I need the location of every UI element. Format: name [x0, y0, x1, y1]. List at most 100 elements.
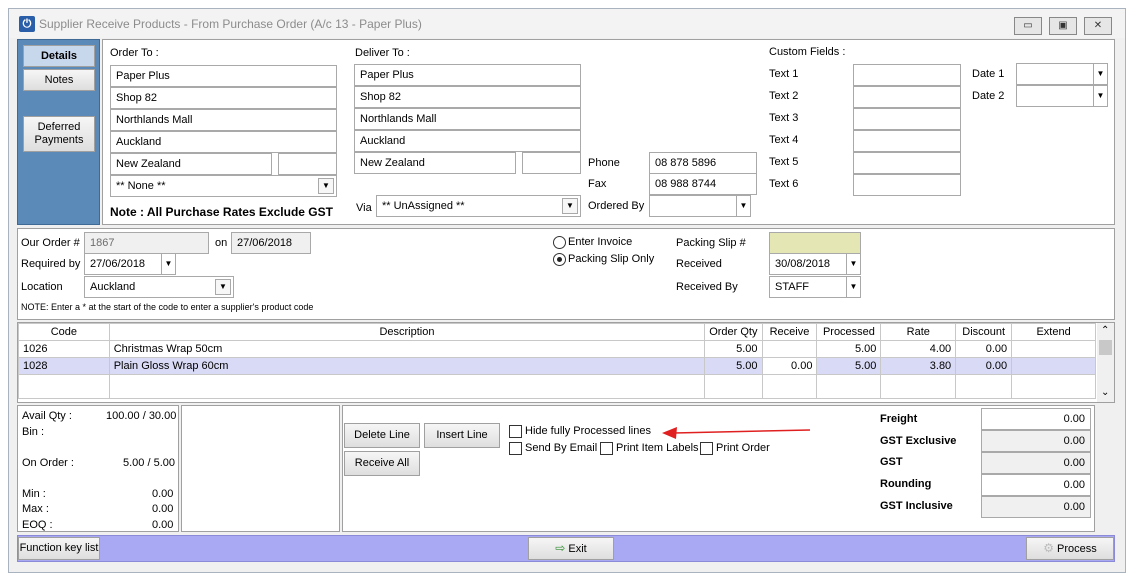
phone-field[interactable]: 08 878 5896 [649, 152, 757, 174]
table-row[interactable] [18, 374, 1096, 399]
cell-empty[interactable] [816, 374, 882, 399]
cell-processed[interactable]: 5.00 [816, 340, 882, 358]
col-processed[interactable]: Processed [816, 323, 882, 341]
col-extend[interactable]: Extend [1011, 323, 1096, 341]
cell-receive[interactable] [761, 340, 818, 358]
gst-inclusive-field: 0.00 [981, 496, 1091, 518]
deliver-to-line-5[interactable]: New Zealand [354, 152, 516, 174]
scroll-up-icon[interactable]: ⌃ [1101, 325, 1109, 336]
text-4-field[interactable] [853, 130, 961, 152]
chevron-down-icon[interactable]: ▼ [318, 178, 334, 194]
chevron-down-icon[interactable]: ▼ [846, 277, 860, 297]
chevron-down-icon[interactable]: ▼ [161, 254, 175, 274]
cell-order-qty[interactable]: 5.00 [704, 357, 763, 375]
text-6-field[interactable] [853, 174, 961, 196]
packing-slip-field[interactable] [769, 232, 861, 254]
ordered-by-combo[interactable]: ▼ [649, 195, 751, 217]
cell-empty[interactable] [704, 374, 763, 399]
date-1-combo[interactable]: ▼ [1016, 63, 1108, 85]
cell-order-qty[interactable]: 5.00 [704, 340, 763, 358]
cell-code[interactable]: 1026 [18, 340, 110, 358]
deliver-to-line-3[interactable]: Northlands Mall [354, 108, 581, 130]
cell-empty[interactable] [1011, 374, 1096, 399]
order-to-postcode[interactable] [278, 153, 337, 175]
col-description[interactable]: Description [108, 323, 706, 341]
print-labels-checkbox[interactable] [600, 442, 613, 455]
minimize-button[interactable]: ▭ [1014, 17, 1042, 35]
receive-all-button[interactable]: Receive All [344, 451, 420, 476]
col-receive[interactable]: Receive [761, 323, 818, 341]
text-1-field[interactable] [853, 64, 961, 86]
cell-empty[interactable] [108, 374, 706, 399]
order-to-line-3[interactable]: Northlands Mall [110, 109, 337, 131]
cell-description[interactable]: Plain Gloss Wrap 60cm [108, 357, 706, 375]
deliver-to-postcode[interactable] [522, 152, 581, 174]
tab-deferred-payments[interactable]: Deferred Payments [23, 116, 95, 152]
tab-notes[interactable]: Notes [23, 69, 95, 91]
scroll-down-icon[interactable]: ⌄ [1101, 387, 1109, 398]
order-to-line-4[interactable]: Auckland [110, 131, 337, 153]
cell-empty[interactable] [955, 374, 1013, 399]
deliver-to-line-4[interactable]: Auckland [354, 130, 581, 152]
chevron-down-icon[interactable]: ▼ [1093, 86, 1107, 106]
location-combo[interactable]: Auckland ▼ [84, 276, 234, 298]
text-3-field[interactable] [853, 108, 961, 130]
order-to-line-1[interactable]: Paper Plus [110, 65, 337, 87]
text-2-field[interactable] [853, 86, 961, 108]
cell-processed[interactable]: 5.00 [816, 357, 882, 375]
exit-button[interactable]: ⇨ Exit [528, 537, 614, 560]
close-button[interactable]: ✕ [1084, 17, 1112, 35]
cell-rate[interactable]: 3.80 [880, 357, 957, 375]
custom-fields-label: Custom Fields : [769, 46, 846, 58]
order-to-line-5[interactable]: New Zealand [110, 153, 272, 175]
insert-line-button[interactable]: Insert Line [424, 423, 500, 448]
send-by-email-checkbox[interactable] [509, 442, 522, 455]
via-combo[interactable]: ** UnAssigned ** ▼ [376, 195, 581, 217]
order-to-line-2[interactable]: Shop 82 [110, 87, 337, 109]
cell-empty[interactable] [18, 374, 110, 399]
rounding-field[interactable]: 0.00 [981, 474, 1091, 496]
text-5-field[interactable] [853, 152, 961, 174]
print-order-checkbox[interactable] [700, 442, 713, 455]
hide-processed-checkbox[interactable] [509, 425, 522, 438]
chevron-down-icon[interactable]: ▼ [562, 198, 578, 214]
cell-empty[interactable] [880, 374, 957, 399]
col-discount[interactable]: Discount [955, 323, 1013, 341]
cell-extend[interactable] [1011, 357, 1096, 375]
maximize-button[interactable]: ▣ [1049, 17, 1077, 35]
cell-discount[interactable]: 0.00 [955, 340, 1013, 358]
chevron-down-icon[interactable]: ▼ [846, 254, 860, 274]
process-button[interactable]: ⚙ Process [1026, 537, 1114, 560]
col-rate[interactable]: Rate [880, 323, 957, 341]
table-row[interactable]: 1028 Plain Gloss Wrap 60cm 5.00 0.00 5.0… [18, 357, 1096, 375]
cell-code[interactable]: 1028 [18, 357, 110, 375]
fax-field[interactable]: 08 988 8744 [649, 173, 757, 195]
scroll-thumb[interactable] [1099, 340, 1112, 355]
chevron-down-icon[interactable]: ▼ [215, 279, 231, 295]
function-key-list-button[interactable]: Function key list [18, 537, 100, 560]
cell-empty[interactable] [761, 374, 818, 399]
cell-receive[interactable]: 0.00 [761, 357, 818, 375]
deliver-to-line-1[interactable]: Paper Plus [354, 64, 581, 86]
col-order-qty[interactable]: Order Qty [704, 323, 763, 341]
cell-rate[interactable]: 4.00 [880, 340, 957, 358]
freight-field[interactable]: 0.00 [981, 408, 1091, 430]
cell-discount[interactable]: 0.00 [955, 357, 1013, 375]
received-by-combo[interactable]: STAFF ▼ [769, 276, 861, 298]
order-to-combo[interactable]: ** None ** ▼ [110, 175, 337, 197]
col-code[interactable]: Code [18, 323, 110, 341]
enter-invoice-radio[interactable] [553, 236, 566, 249]
chevron-down-icon[interactable]: ▼ [736, 196, 750, 216]
received-combo[interactable]: 30/08/2018 ▼ [769, 253, 861, 275]
tab-details[interactable]: Details [23, 45, 95, 67]
chevron-down-icon[interactable]: ▼ [1093, 64, 1107, 84]
cell-description[interactable]: Christmas Wrap 50cm [108, 340, 706, 358]
deliver-to-line-2[interactable]: Shop 82 [354, 86, 581, 108]
packing-slip-only-radio[interactable] [553, 253, 566, 266]
cell-extend[interactable] [1011, 340, 1096, 358]
required-by-combo[interactable]: 27/06/2018 ▼ [84, 253, 176, 275]
grid-scrollbar[interactable]: ⌃ ⌄ [1097, 323, 1114, 402]
date-2-combo[interactable]: ▼ [1016, 85, 1108, 107]
delete-line-button[interactable]: Delete Line [344, 423, 420, 448]
table-row[interactable]: 1026 Christmas Wrap 50cm 5.00 5.00 4.00 … [18, 340, 1096, 358]
